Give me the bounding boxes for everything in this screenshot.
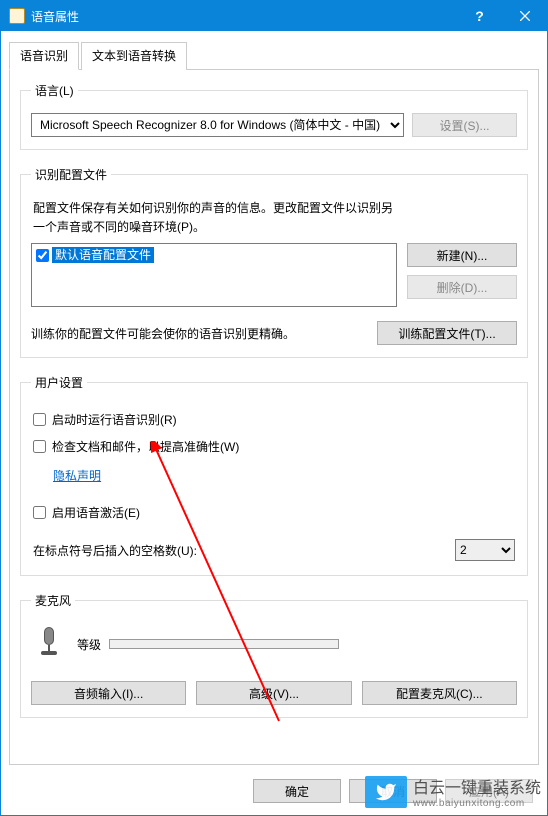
- group-microphone: 麦克风 等级 音频输入(I)... 高级(V)... 配置麦克风(C)...: [20, 592, 528, 718]
- cb-run-at-startup-label: 启动时运行语音识别(R): [52, 411, 177, 428]
- spaces-label: 在标点符号后插入的空格数(U):: [33, 542, 455, 559]
- cb-review-docs[interactable]: [33, 440, 46, 453]
- settings-button[interactable]: 设置(S)...: [412, 113, 517, 137]
- titlebar: 语音属性 ?: [1, 1, 547, 31]
- cb-voice-activation-label: 启用语音激活(E): [52, 504, 140, 521]
- legend-mic: 麦克风: [31, 592, 75, 609]
- cb-voice-activation[interactable]: [33, 506, 46, 519]
- close-button[interactable]: [502, 1, 547, 31]
- mic-level-bar: [109, 639, 339, 649]
- group-profiles: 识别配置文件 配置文件保存有关如何识别你的声音的信息。更改配置文件以识别另 一个…: [20, 166, 528, 358]
- group-user-settings: 用户设置 启动时运行语音识别(R) 检查文档和邮件，以提高准确性(W) 隐私声明…: [20, 374, 528, 576]
- profile-label: 默认语音配置文件: [52, 247, 154, 263]
- privacy-link[interactable]: 隐私声明: [53, 467, 101, 484]
- group-language: 语言(L) Microsoft Speech Recognizer 8.0 fo…: [20, 82, 528, 150]
- profile-list[interactable]: 默认语音配置文件: [31, 243, 397, 307]
- help-button[interactable]: ?: [457, 1, 502, 31]
- tab-speech-recognition[interactable]: 语音识别: [9, 42, 79, 70]
- ok-button[interactable]: 确定: [253, 779, 341, 803]
- window-title: 语音属性: [31, 8, 457, 25]
- legend-language: 语言(L): [31, 82, 78, 99]
- watermark-url: www.baiyunxitong.com: [413, 798, 541, 809]
- new-profile-button[interactable]: 新建(N)...: [407, 243, 517, 267]
- profile-item[interactable]: 默认语音配置文件: [34, 246, 394, 264]
- tab-text-to-speech[interactable]: 文本到语音转换: [81, 42, 187, 70]
- legend-profiles: 识别配置文件: [31, 166, 111, 183]
- microphone-icon: [35, 627, 63, 661]
- watermark-logo: [365, 776, 407, 808]
- watermark: 白云一键重装系统 www.baiyunxitong.com: [365, 774, 541, 809]
- tab-body: 语言(L) Microsoft Speech Recognizer 8.0 fo…: [9, 70, 539, 765]
- app-icon: [9, 8, 25, 24]
- audio-input-button[interactable]: 音频输入(I)...: [31, 681, 186, 705]
- profiles-desc: 配置文件保存有关如何识别你的声音的信息。更改配置文件以识别另 一个声音或不同的噪…: [33, 199, 517, 237]
- train-profile-button[interactable]: 训练配置文件(T)...: [377, 321, 517, 345]
- spaces-select[interactable]: 2: [455, 539, 515, 561]
- language-select[interactable]: Microsoft Speech Recognizer 8.0 for Wind…: [31, 113, 404, 137]
- mic-level-label: 等级: [77, 636, 101, 653]
- tabs: 语音识别 文本到语音转换: [9, 41, 539, 70]
- cb-review-docs-label: 检查文档和邮件，以提高准确性(W): [52, 438, 239, 455]
- config-mic-button[interactable]: 配置麦克风(C)...: [362, 681, 517, 705]
- profile-checkbox[interactable]: [36, 249, 49, 262]
- watermark-text: 白云一键重装系统: [413, 774, 541, 798]
- cb-run-at-startup[interactable]: [33, 413, 46, 426]
- advanced-button[interactable]: 高级(V)...: [196, 681, 351, 705]
- legend-user: 用户设置: [31, 374, 87, 391]
- delete-profile-button[interactable]: 删除(D)...: [407, 275, 517, 299]
- train-text: 训练你的配置文件可能会使你的语音识别更精确。: [31, 325, 367, 342]
